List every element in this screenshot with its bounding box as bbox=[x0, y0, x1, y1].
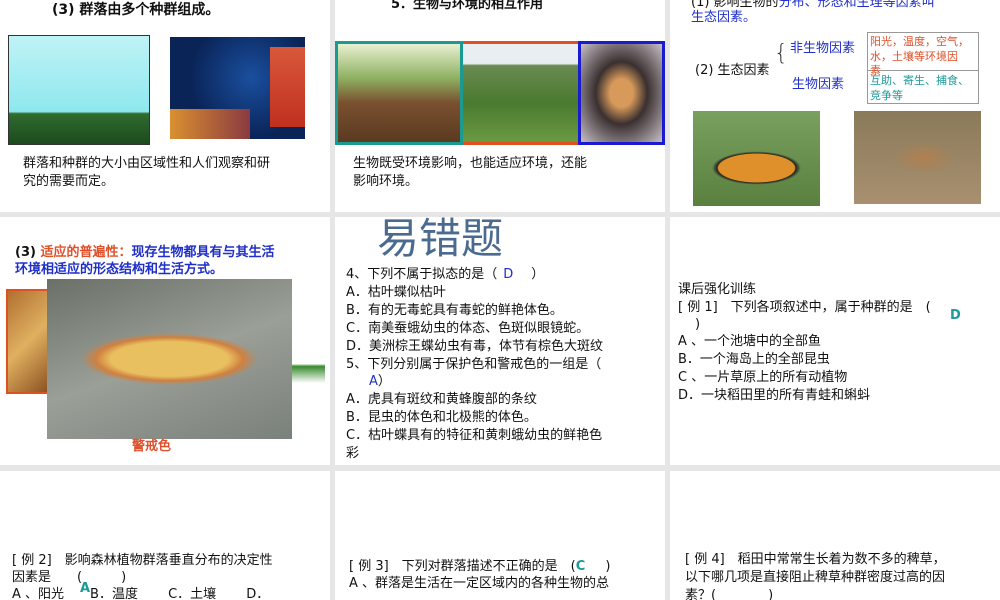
slide-heading: 易错题 bbox=[377, 217, 504, 263]
slide-thumbnail-1[interactable]: (3) 群落由多个种群组成。 群落和种群的大小由区域性和人们观察和研 究的需要而… bbox=[0, 0, 330, 212]
question-text: [ 例 1] 下列各项叙述中，属于种群的是 ( bbox=[678, 300, 931, 315]
warning-color-caption: 警戒色 bbox=[132, 439, 172, 454]
slide-thumbnail-5[interactable]: 易错题 4、下列不属于拟态的是（ D ） A．枯叶蝶似枯叶 B．有的无毒蛇具有毒蛇的… bbox=[335, 217, 665, 465]
abiotic-label: 非生物因素 bbox=[790, 41, 856, 56]
slide-thumbnail-7[interactable]: [ 例 2] 影响森林植物群落垂直分布的决定性 因素是 ( ) A A 、阳光 … bbox=[0, 471, 330, 600]
answer: C bbox=[575, 559, 586, 574]
soil-organisms-image bbox=[335, 41, 463, 145]
slide-thumbnail-2[interactable]: 5．生物与环境的相互作用 生物既受环境影响，也能适应环境，还能 影响环境。 bbox=[335, 0, 665, 212]
dead-leaf-image bbox=[578, 41, 665, 145]
text: ) bbox=[605, 559, 611, 574]
question-text: [ 例 3] 下列对群落描述不正确的是 ( bbox=[349, 559, 576, 574]
slide-body-line: 究的需要而定。 bbox=[23, 174, 115, 189]
question-text: 5、下列分别属于保护色和警戒色的一组是（ bbox=[346, 357, 602, 372]
option: A．虎具有斑纹和黄蜂腹部的条纹 bbox=[346, 392, 537, 407]
slide-thumbnail-4[interactable]: (3) 适应的普遍性：现存生物都具有与其生活 环境相适应的形态结构和生活方式。 … bbox=[0, 217, 330, 465]
answer: D bbox=[503, 267, 514, 282]
option: A．枯叶蝶似枯叶 bbox=[346, 285, 446, 300]
text: ) bbox=[695, 317, 701, 332]
answer: D bbox=[950, 308, 961, 323]
abiotic-desc: 水，土壤等环境因 bbox=[870, 50, 958, 63]
biotic-label: 生物因素 bbox=[792, 77, 845, 92]
option: C 、一片草原上的所有动植物 bbox=[678, 370, 848, 385]
text: 环境相适应的形态结构和生活方式。 bbox=[15, 262, 224, 277]
slide-thumbnail-9[interactable]: [ 例 4] 稻田中常常生长着为数不多的稗草， 以下哪几项是直接阻止稗草种群密度… bbox=[670, 471, 1000, 600]
option: B．昆虫的体色和北极熊的体色。 bbox=[346, 410, 537, 425]
question-text: 因素是 ( ) bbox=[12, 570, 127, 585]
slide-title: (3) 群落由多个种群组成。 bbox=[52, 2, 220, 18]
option: D．一块稻田里的所有青蛙和蝌蚪 bbox=[678, 388, 871, 403]
biotic-desc: 互助、寄生、捕食、 bbox=[870, 74, 969, 87]
slide-thumbnail-6[interactable]: 课后强化训练 [ 例 1] 下列各项叙述中，属于种群的是 ( D ) A 、一个… bbox=[670, 217, 1000, 465]
slide-heading: 课后强化训练 bbox=[678, 282, 757, 297]
text: 现存生物都具有与其生活 bbox=[131, 245, 275, 260]
slide-thumbnail-8[interactable]: [ 例 3] 下列对群落描述不正确的是 (C) A 、群落是生活在一定区域内的各… bbox=[335, 471, 665, 600]
option: D．美洲棕王蝶幼虫有毒，体节有棕色大斑纹 bbox=[346, 339, 604, 354]
slide-thumbnail-3[interactable]: (1) 影响生物的分布、形态和生理等因素叫 生态因素。 (2) 生态因素 { 非… bbox=[670, 0, 1000, 212]
option: A 、群落是生活在一定区域内的各种生物的总 bbox=[349, 576, 610, 591]
text: 适应的普遍性： bbox=[40, 245, 132, 260]
coral-reef-image bbox=[170, 37, 305, 139]
ecological-factor-label: (2) 生态因素 bbox=[695, 63, 770, 78]
question-text: 4、下列不属于拟态的是（ bbox=[346, 267, 498, 282]
abiotic-desc: 阳光，温度，空气， bbox=[870, 35, 969, 48]
option: B．有的无毒蛇具有毒蛇的鲜艳体色。 bbox=[346, 303, 563, 318]
cheetah-gazelle-image bbox=[854, 111, 981, 204]
text: 分布、形态和生理等因素叫 bbox=[778, 0, 935, 10]
slide-body-line: 影响环境。 bbox=[353, 174, 419, 189]
question-text: [ 例 2] 影响森林植物群落垂直分布的决定性 bbox=[12, 553, 273, 568]
straw-image bbox=[6, 289, 51, 394]
brace-icon: { bbox=[774, 41, 788, 66]
text: (3) bbox=[15, 245, 36, 260]
option: B．一个海岛上的全部昆虫 bbox=[678, 352, 830, 367]
slide-body-line: 群落和种群的大小由区域性和人们观察和研 bbox=[23, 156, 271, 171]
butterfly-image bbox=[693, 111, 820, 206]
option: C．枯叶蝶具有的特征和黄刺蛾幼虫的鲜艳色 bbox=[346, 428, 603, 443]
slide-body-line: 生物既受环境影响，也能适应环境，还能 bbox=[353, 156, 588, 171]
terraced-hills-image bbox=[463, 41, 578, 145]
aquarium-image bbox=[8, 35, 150, 145]
option: C．南美蚕蛾幼虫的体态、色斑似眼镜蛇。 bbox=[346, 321, 590, 336]
text: 生态因素。 bbox=[691, 10, 757, 25]
answer: A bbox=[369, 374, 378, 389]
question-text: 素？( ) bbox=[685, 588, 774, 600]
biotic-desc: 竞争等 bbox=[870, 89, 903, 102]
option: A 、阳光 B．温度 C．土壤 D． bbox=[12, 587, 270, 600]
question-text: 以下哪几项是直接阻止稗草种群密度过高的因 bbox=[685, 570, 946, 585]
option: 彩 bbox=[346, 446, 360, 461]
text: ） bbox=[377, 374, 391, 389]
question-text: [ 例 4] 稻田中常常生长着为数不多的稗草， bbox=[685, 552, 946, 567]
text: ） bbox=[531, 267, 545, 282]
option: A 、一个池塘中的全部鱼 bbox=[678, 334, 822, 349]
caterpillar-image bbox=[47, 279, 292, 439]
plant-image bbox=[290, 287, 325, 415]
slide-title: 5．生物与环境的相互作用 bbox=[391, 0, 544, 12]
